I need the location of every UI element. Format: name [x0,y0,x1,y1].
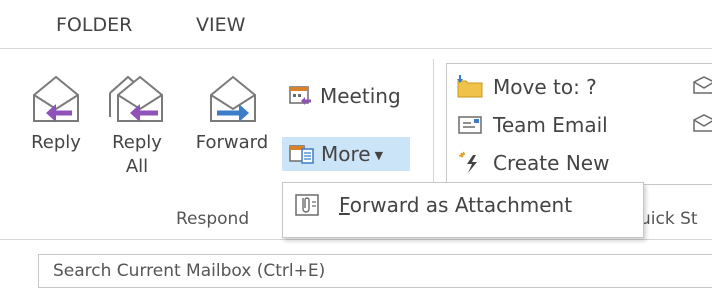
more-respond-button[interactable]: More ▼ [282,137,410,171]
team-email-icon [455,115,485,135]
tab-folder[interactable]: FOLDER [56,14,132,36]
search-input[interactable]: Search Current Mailbox (Ctrl+E) [38,254,712,288]
meeting-icon [288,85,314,107]
paperclip-attachment-icon [291,192,323,218]
search-placeholder: Search Current Mailbox (Ctrl+E) [53,261,326,281]
menu-item-mnemonic: F [339,193,350,217]
quick-step-label: Move to: ? [493,75,597,99]
reply-all-label-line1: Reply [112,132,162,153]
forward-label: Forward [195,132,269,153]
quick-steps-gallery: Move to: ? Team Email Create New [446,63,712,185]
create-new-icon [455,151,485,175]
quick-step-label: Team Email [493,113,608,137]
chevron-down-icon: ▼ [374,148,384,162]
respond-group-label: Respond [176,209,250,229]
quick-step-team-email[interactable]: Team Email [455,110,608,140]
folder-move-icon [455,75,485,99]
ribbon-tabs: FOLDER VIEW [0,0,712,48]
more-label: More [321,142,371,166]
quick-step-move-to[interactable]: Move to: ? [455,72,597,102]
meeting-label: Meeting [320,84,401,108]
menu-item-label-rest: orward as Attachment [349,193,573,217]
reply-label: Reply [31,132,81,153]
reply-all-label-line2: All [125,156,149,177]
menu-item-label: Forward as Attachment [339,193,572,217]
quick-step-label: Create New [493,151,610,175]
forward-icon [210,75,256,122]
more-icon [289,143,315,165]
quick-step-create-new[interactable]: Create New [455,148,609,178]
reply-button[interactable]: Reply [24,73,88,155]
meeting-button[interactable]: Meeting [288,79,401,113]
reply-all-button[interactable]: Reply All [104,73,170,179]
reply-icon [33,75,79,122]
envelope-icon [693,114,712,136]
tab-view[interactable]: VIEW [196,14,245,36]
forward-button[interactable]: Forward [188,73,276,155]
reply-all-icon [109,75,163,122]
envelope-icon [693,76,712,98]
quick-steps-group-label: uick St [640,209,698,229]
more-dropdown-menu: Forward as Attachment [282,182,644,238]
menu-item-forward-as-attachment[interactable]: Forward as Attachment [291,192,572,218]
